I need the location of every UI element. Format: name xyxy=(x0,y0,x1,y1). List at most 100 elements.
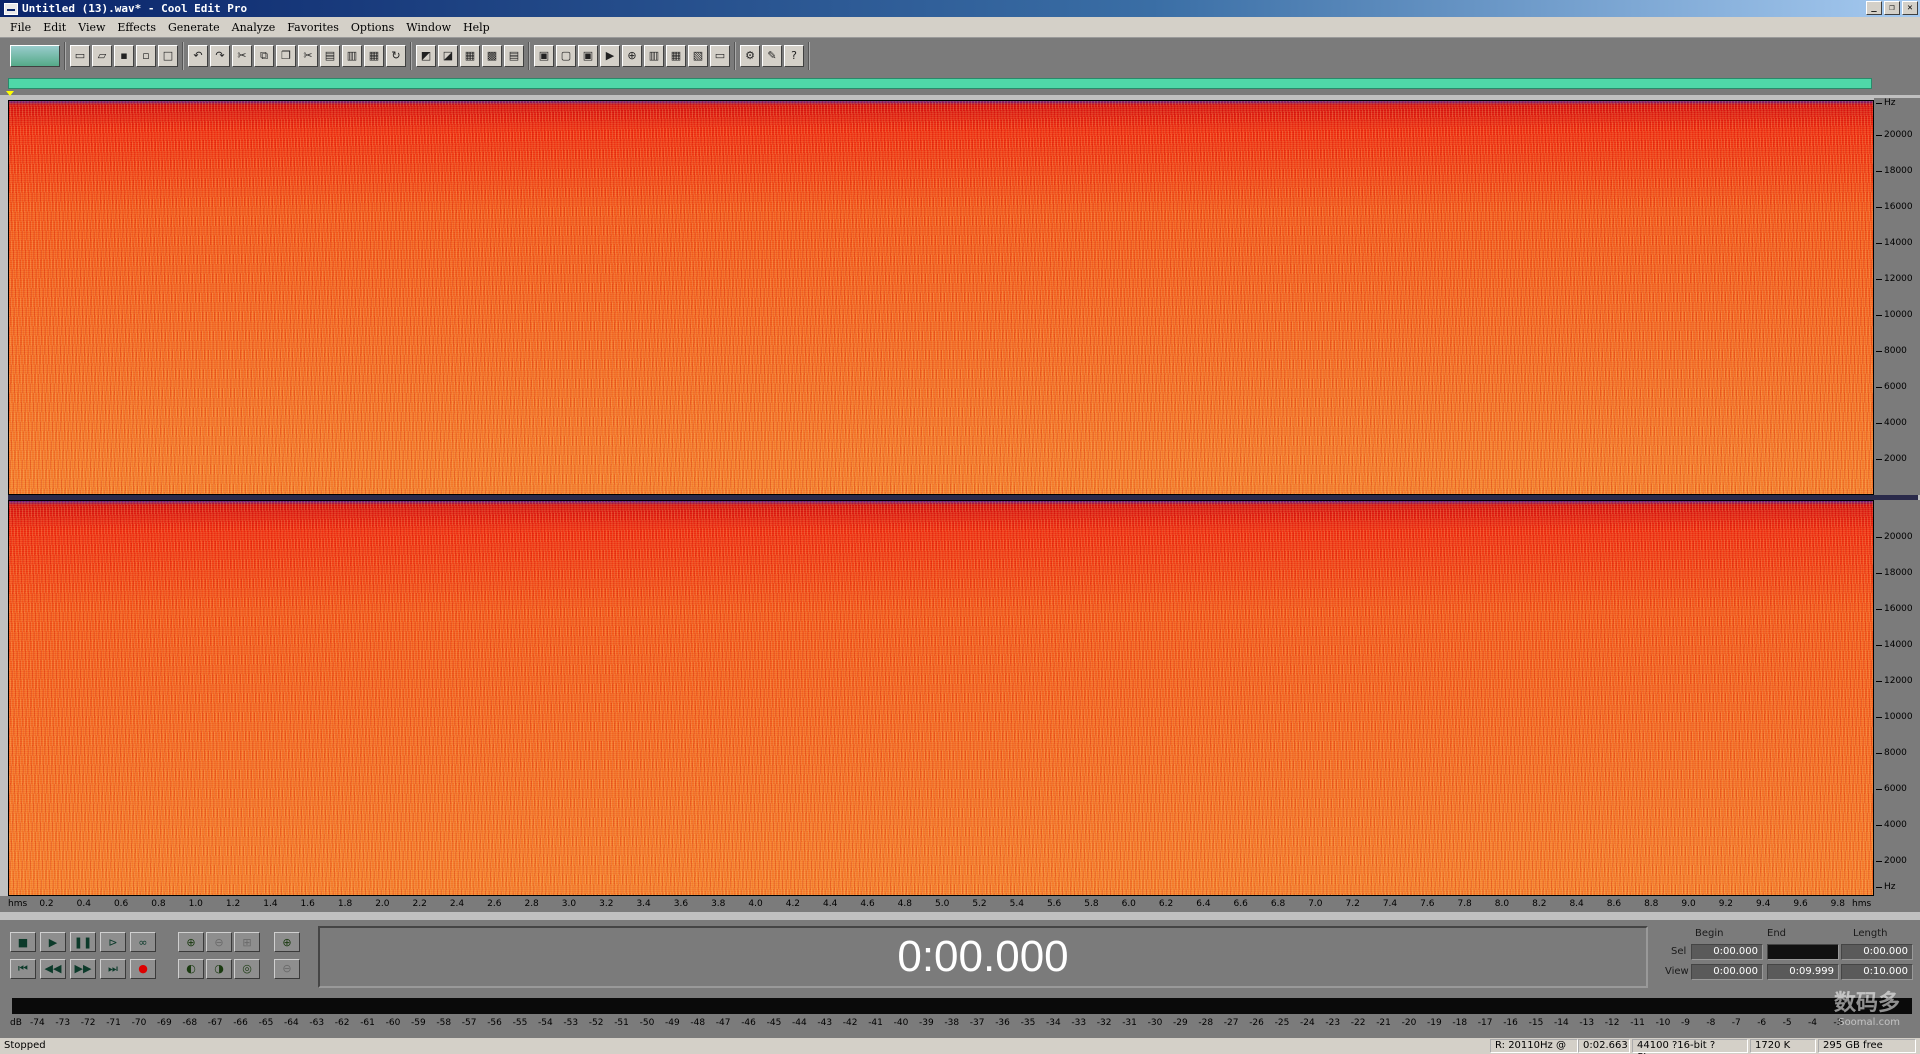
stop-icon[interactable]: ■ xyxy=(10,932,36,952)
view-length-field[interactable]: 0:10.000 xyxy=(1841,964,1913,980)
repeat-icon[interactable]: ↻ xyxy=(386,44,406,67)
menu-help[interactable]: Help xyxy=(457,21,496,34)
zoom-full-icon[interactable]: ⊞ xyxy=(234,932,260,952)
db-tick-label: -69 xyxy=(157,1018,172,1028)
menu-edit[interactable]: Edit xyxy=(37,21,72,34)
play-loop-icon[interactable]: ▶ xyxy=(600,44,620,67)
blank-icon[interactable]: ▭ xyxy=(710,44,730,67)
zoom-preview-icon[interactable]: ⊕ xyxy=(622,44,642,67)
menu-file[interactable]: File xyxy=(4,21,37,34)
trim-icon[interactable]: ✂ xyxy=(232,44,252,67)
undo-icon[interactable]: ↶ xyxy=(188,44,208,67)
time-ruler[interactable]: hms hms 0.2 0.4 0.6 0.8 1.0 1.2 1.4 1.6 1.8 2.0 2.… xyxy=(0,896,1920,912)
view-end-field[interactable]: 0:09.999 xyxy=(1767,964,1839,980)
view-begin-field[interactable]: 0:00.000 xyxy=(1691,964,1763,980)
overview-bar xyxy=(0,73,1920,96)
menu-window[interactable]: Window xyxy=(400,21,457,34)
fast-forward-icon[interactable]: ▶▶ xyxy=(70,958,96,979)
spectral-pan-icon[interactable]: ▦ xyxy=(460,44,480,67)
record-icon[interactable]: ● xyxy=(130,958,156,979)
zoom-right-icon[interactable]: ◑ xyxy=(206,958,232,979)
paste-new-icon[interactable]: ▦ xyxy=(364,44,384,67)
zoom-left-icon[interactable]: ◐ xyxy=(178,958,204,979)
sync-cursor-icon[interactable]: ▣ xyxy=(534,44,554,67)
menu-view[interactable]: View xyxy=(72,21,111,34)
play-to-end-icon[interactable]: ⊳ xyxy=(100,932,126,952)
time-tick-label: 8.6 xyxy=(1606,899,1622,909)
zoom-wave-icon[interactable]: ▢ xyxy=(556,44,576,67)
menu-generate[interactable]: Generate xyxy=(162,21,226,34)
menu-favorites[interactable]: Favorites xyxy=(281,21,345,34)
sel-end-field[interactable] xyxy=(1767,944,1839,960)
restore-button[interactable]: ❐ xyxy=(1884,1,1900,15)
frequency-ruler-bottom: 20000 18000 16000 14000 12000 10000 8000… xyxy=(1874,500,1920,896)
copy-new-icon[interactable]: ⧉ xyxy=(254,44,274,67)
close-file-icon[interactable]: □ xyxy=(158,44,178,67)
new-file-icon[interactable]: ▭ xyxy=(70,44,90,67)
redo-icon[interactable]: ↷ xyxy=(210,44,230,67)
open-file-icon[interactable]: ▱ xyxy=(92,44,112,67)
hz-tick: 2000 xyxy=(1876,454,1907,464)
spectrogram-right-channel[interactable] xyxy=(8,500,1874,896)
channels-icon[interactable]: ▧ xyxy=(688,44,708,67)
sel-begin-field[interactable]: 0:00.000 xyxy=(1691,944,1763,960)
minimize-button[interactable]: _ xyxy=(1866,1,1882,15)
mix-paste-icon[interactable]: ▥ xyxy=(342,44,362,67)
zoom-selection-icon[interactable]: ◎ xyxy=(234,958,260,979)
zoom-vertical-in-icon[interactable]: ⊕ xyxy=(274,932,300,952)
waveform-view-icon[interactable]: ◩ xyxy=(416,44,436,67)
save-file-icon[interactable]: ▪ xyxy=(114,44,134,67)
paste-icon[interactable]: ▤ xyxy=(320,44,340,67)
db-tick-label: -18 xyxy=(1452,1018,1468,1028)
mode-toggle-button[interactable] xyxy=(10,44,60,67)
toolbar-group-edit: ↶ ↷ ✂ ⧉ ❐ ✂ ▤ ▥ ▦ ↻ xyxy=(184,41,412,70)
db-tick-label: -52 xyxy=(588,1018,604,1028)
pause-icon[interactable]: ❚❚ xyxy=(70,932,96,952)
go-to-end-icon[interactable]: ⏭ xyxy=(100,958,126,979)
tips-icon[interactable]: ✎ xyxy=(762,44,782,67)
zoom-spectral-icon[interactable]: ▣ xyxy=(578,44,598,67)
sel-length-field[interactable]: 0:00.000 xyxy=(1841,944,1913,960)
spectral-phase-icon[interactable]: ▩ xyxy=(482,44,502,67)
menu-analyze[interactable]: Analyze xyxy=(226,21,282,34)
hz-tick: 14000 xyxy=(1876,640,1913,650)
spectral-view-icon[interactable]: ◪ xyxy=(438,44,458,67)
zoom-out-icon[interactable]: ⊖ xyxy=(206,932,232,952)
toolbar-group-help: ⚙ ✎ ? xyxy=(736,41,810,70)
time-tick-label: 3.4 xyxy=(636,899,651,909)
close-button[interactable]: ✕ xyxy=(1902,1,1918,15)
settings-icon[interactable]: ⚙ xyxy=(740,44,760,67)
go-to-start-icon[interactable]: ⏮ xyxy=(10,958,36,979)
time-tick-label: 5.6 xyxy=(1046,899,1062,909)
help-icon[interactable]: ? xyxy=(784,44,804,67)
app-icon[interactable] xyxy=(4,2,18,15)
copy-icon[interactable]: ❐ xyxy=(276,44,296,67)
zoom-in-icon[interactable]: ⊕ xyxy=(178,932,204,952)
time-display: 0:00.000 xyxy=(318,926,1648,988)
overview-range[interactable] xyxy=(8,78,1872,89)
db-tick-label: -64 xyxy=(284,1018,299,1028)
zoom-vertical-out-icon[interactable]: ⊖ xyxy=(274,958,300,979)
spectrogram-left-channel[interactable] xyxy=(8,100,1874,495)
cut-icon[interactable]: ✂ xyxy=(298,44,318,67)
db-tick-label: -8 xyxy=(1706,1018,1716,1028)
frames-icon[interactable]: ▦ xyxy=(666,44,686,67)
loop-icon[interactable]: ∞ xyxy=(130,932,156,952)
time-tick-label: 3.8 xyxy=(711,899,726,909)
time-tick-label: 1.4 xyxy=(263,899,278,909)
time-tick-label: 8.8 xyxy=(1644,899,1659,909)
save-all-icon[interactable]: ▫ xyxy=(136,44,156,67)
multitrack-icon[interactable]: ▤ xyxy=(504,44,524,67)
rewind-icon[interactable]: ◀◀ xyxy=(40,958,66,979)
play-icon[interactable]: ▶ xyxy=(40,932,66,952)
cursor-frequency: R: 20110Hz @ xyxy=(1490,1039,1578,1053)
hz-tick: 6000 xyxy=(1876,784,1907,794)
menu-options[interactable]: Options xyxy=(345,21,400,34)
menu-effects[interactable]: Effects xyxy=(111,21,162,34)
time-tick-label: 4.0 xyxy=(748,899,763,909)
playback-status: Stopped xyxy=(4,1040,46,1051)
db-tick-label: -13 xyxy=(1579,1018,1595,1028)
db-tick-label: -33 xyxy=(1071,1018,1087,1028)
start-marker[interactable] xyxy=(6,91,14,96)
snap-bars-icon[interactable]: ▥ xyxy=(644,44,664,67)
